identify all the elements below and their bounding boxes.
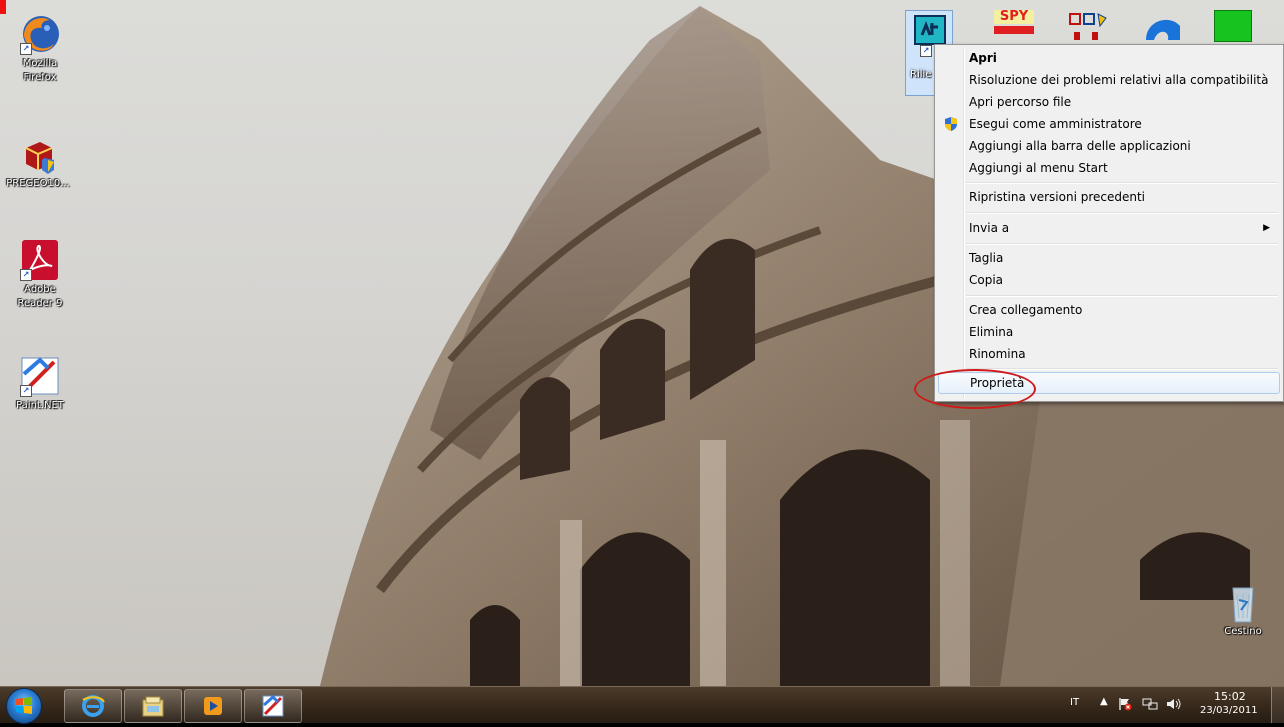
desktop-icon-firefox[interactable]: ↗ Mozilla Firefox	[3, 12, 77, 84]
menu-item-apri[interactable]: Apri	[938, 47, 1278, 69]
shortcut-arrow-icon: ↗	[20, 385, 32, 397]
menu-separator	[966, 212, 1278, 214]
volume-icon[interactable]	[1166, 696, 1182, 710]
shortcut-arrow-icon: ↗	[20, 269, 32, 281]
menu-item-copy[interactable]: Copia	[938, 269, 1278, 291]
red-highlight-ellipse	[914, 369, 1036, 409]
paint-net-icon	[262, 694, 284, 717]
app-icon	[914, 15, 946, 45]
menu-item-troubleshoot-compatibility[interactable]: Risoluzione dei problemi relativi alla c…	[938, 69, 1278, 91]
internet-explorer-icon	[82, 695, 105, 717]
media-player-icon	[204, 697, 222, 715]
taskbar-internet-explorer[interactable]	[64, 689, 122, 723]
desktop-icon-label: Reader 9	[17, 298, 63, 309]
desktop-icon-label: Paint.NET	[16, 400, 64, 411]
menu-item-cut[interactable]: Taglia	[938, 247, 1278, 269]
taskbar: IT ▲ 15:02 23/03/2011	[0, 686, 1284, 724]
action-center-flag-icon[interactable]	[1118, 696, 1132, 711]
paint-net-icon: ↗	[18, 354, 62, 398]
adobe-reader-icon: ↗	[18, 238, 62, 282]
menu-separator	[966, 243, 1278, 245]
network-icon[interactable]	[1142, 696, 1158, 710]
windows-explorer-icon	[142, 696, 164, 717]
desktop-icon-label: Firefox	[23, 72, 57, 83]
desktop-icon-adobe-reader[interactable]: ↗ Adobe Reader 9	[3, 238, 77, 310]
desktop: ↗ Mozilla Firefox PREGEO10... ↗ Adobe Re…	[0, 0, 1284, 686]
windows-logo-icon	[16, 697, 32, 714]
submenu-arrow-icon: ▶	[1263, 223, 1270, 233]
context-menu: Apri Risoluzione dei problemi relativi a…	[934, 44, 1284, 402]
menu-item-create-shortcut[interactable]: Crea collegamento	[938, 299, 1278, 321]
desktop-icon-label: Cestino	[1224, 626, 1262, 637]
desktop-icon-label: Mozilla	[22, 58, 58, 69]
taskbar-windows-explorer[interactable]	[124, 689, 182, 723]
start-button[interactable]	[6, 688, 42, 724]
menu-item-pin-to-start[interactable]: Aggiungi al menu Start	[938, 157, 1278, 179]
desktop-icon-pregeo[interactable]: PREGEO10...	[0, 132, 82, 190]
selected-icon-label: Rilie	[910, 69, 932, 80]
installer-box-icon	[16, 132, 60, 176]
desktop-icon-label: Adobe	[24, 284, 56, 295]
taskbar-paint-net[interactable]	[244, 689, 302, 723]
menu-item-delete[interactable]: Elimina	[938, 321, 1278, 343]
recycle-bin-icon	[1221, 580, 1265, 624]
language-indicator[interactable]: IT	[1070, 697, 1079, 708]
uac-shield-icon	[944, 116, 958, 132]
menu-separator	[966, 295, 1278, 297]
firefox-icon: ↗	[18, 12, 62, 56]
menu-item-restore-previous-versions[interactable]: Ripristina versioni precedenti	[938, 186, 1278, 208]
menu-item-run-as-admin[interactable]: Esegui come amministratore	[938, 113, 1278, 135]
desktop-icon-label: PREGEO10...	[6, 178, 70, 189]
clock-time[interactable]: 15:02	[1214, 690, 1246, 703]
clock-date[interactable]: 23/03/2011	[1200, 705, 1258, 716]
menu-item-send-to[interactable]: Invia a ▶	[938, 217, 1278, 239]
taskbar-media-player[interactable]	[184, 689, 242, 723]
desktop-icon-paint-net[interactable]: ↗ Paint.NET	[3, 354, 77, 412]
menu-separator	[966, 368, 1278, 370]
menu-item-rename[interactable]: Rinomina	[938, 343, 1278, 365]
menu-separator	[966, 182, 1278, 184]
desktop-icon-recycle-bin[interactable]: Cestino	[1206, 580, 1280, 638]
show-desktop-button[interactable]	[1271, 687, 1284, 723]
shortcut-arrow-icon: ↗	[20, 43, 32, 55]
shortcut-arrow-icon: ↗	[920, 45, 932, 57]
tray-expand-arrow-icon[interactable]: ▲	[1100, 696, 1108, 707]
menu-item-pin-to-taskbar[interactable]: Aggiungi alla barra delle applicazioni	[938, 135, 1278, 157]
menu-item-open-file-location[interactable]: Apri percorso file	[938, 91, 1278, 113]
